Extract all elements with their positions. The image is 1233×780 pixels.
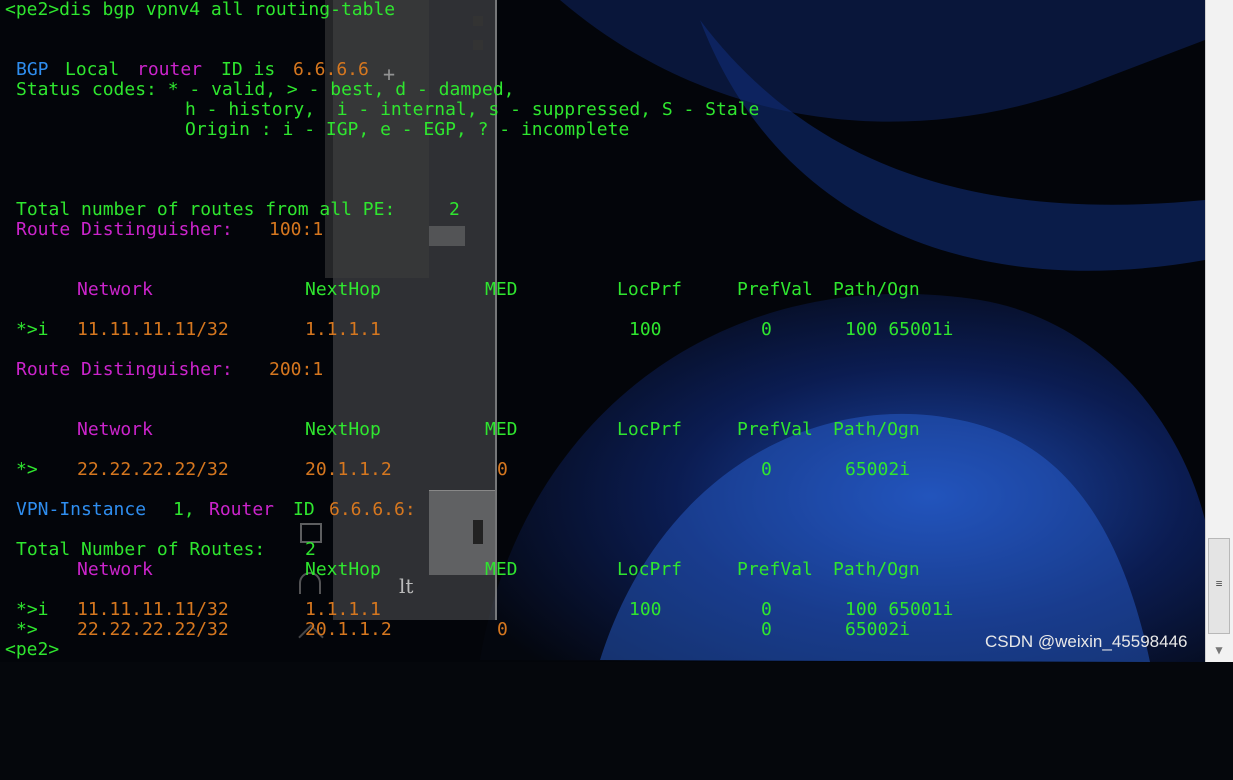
route-row: *> 22.22.22.22/32 20.1.1.2 0 0 65002i [0, 459, 910, 480]
terminal-output[interactable]: <pe2>dis bgp vpnv4 all routing-table BGP… [0, 0, 1205, 662]
route-prefval: 0 [761, 619, 772, 640]
header-nexthop: NextHop [305, 279, 381, 300]
route-distinguisher-line-2: Route Distinguisher: 200:1 [0, 360, 323, 380]
route-row: *>i 11.11.11.11/32 1.1.1.1 100 0 100 650… [0, 600, 953, 620]
route-prefval: 0 [761, 319, 772, 340]
route-network: 22.22.22.22/32 [77, 619, 229, 640]
header-path: Path/Ogn [833, 279, 920, 300]
vpn-router-word: Router [209, 499, 275, 520]
origin-codes-text: Origin : i - IGP, e - EGP, ? - incomplet… [185, 119, 630, 140]
vpn-router-id: 6.6.6.6: [329, 499, 416, 520]
route-nexthop: 20.1.1.2 [305, 619, 392, 640]
vpn-id-word: ID [293, 499, 315, 520]
vertical-scrollbar[interactable]: ≡ ▼ [1205, 0, 1233, 662]
table-header-row: Network NextHop MED LocPrf PrefVal Path/… [0, 420, 920, 440]
route-network: 11.11.11.11/32 [77, 319, 229, 340]
route-path: 65002i [845, 619, 911, 640]
total-routes-label: Total number of routes from all PE: [16, 199, 396, 220]
header-nexthop: NextHop [305, 419, 381, 440]
vpn-instance-id: 1, [173, 499, 195, 520]
header-locprf: LocPrf [617, 279, 683, 300]
rd-value: 100:1 [269, 219, 324, 240]
rd-label: Route Distinguisher: [16, 219, 233, 240]
header-network: Network [77, 419, 153, 440]
header-path: Path/Ogn [833, 559, 920, 580]
vpn-total-routes-line: Total Number of Routes: 2 [0, 540, 316, 560]
scroll-thumb[interactable]: ≡ [1208, 538, 1230, 634]
route-path: 65002i [845, 459, 911, 480]
local-word: Local [65, 59, 120, 80]
route-locprf: 100 [629, 319, 662, 340]
table-header-row: Network NextHop MED LocPrf PrefVal Path/… [0, 560, 920, 580]
bgp-router-id-line: BGP Local router ID is 6.6.6.6 [0, 60, 369, 80]
vpn-instance-line: VPN-Instance 1, Router ID 6.6.6.6: [0, 500, 416, 520]
router-id-value: 6.6.6.6 [293, 59, 369, 80]
rd-label: Route Distinguisher: [16, 359, 233, 380]
total-routes-value: 2 [449, 199, 460, 220]
route-path: 100 65001i [845, 319, 954, 340]
header-locprf: LocPrf [617, 419, 683, 440]
id-is-text: ID is [221, 59, 276, 80]
header-prefval: PrefVal [737, 559, 813, 580]
table-header-row: Network NextHop MED LocPrf PrefVal Path/… [0, 280, 920, 300]
csdn-watermark: CSDN @weixin_45598446 [985, 632, 1188, 651]
route-med: 0 [497, 619, 508, 640]
header-network: Network [77, 559, 153, 580]
header-locprf: LocPrf [617, 559, 683, 580]
route-prefval: 0 [761, 459, 772, 480]
route-nexthop: 1.1.1.1 [305, 599, 381, 620]
route-status: *> [16, 459, 38, 480]
route-row: *> 22.22.22.22/32 20.1.1.2 0 0 65002i [0, 619, 910, 640]
status-codes-text-2: h - history, i - internal, s - suppresse… [185, 99, 760, 120]
route-status: *> [16, 619, 38, 640]
route-row: *>i 11.11.11.11/32 1.1.1.1 100 0 100 650… [0, 320, 953, 340]
route-network: 11.11.11.11/32 [77, 599, 229, 620]
route-network: 22.22.22.22/32 [77, 459, 229, 480]
header-nexthop: NextHop [305, 559, 381, 580]
route-nexthop: 20.1.1.2 [305, 459, 392, 480]
vpn-total-routes-value: 2 [305, 539, 316, 560]
router-word: router [137, 59, 203, 80]
header-med: MED [485, 279, 518, 300]
route-prefval: 0 [761, 599, 772, 620]
status-codes-text: Status codes: * - valid, > - best, d - d… [16, 79, 515, 100]
bgp-word: BGP [16, 59, 49, 80]
header-path: Path/Ogn [833, 419, 920, 440]
header-network: Network [77, 279, 153, 300]
grip-icon: ≡ [1215, 577, 1223, 590]
prompt-text: <pe2> [5, 639, 60, 660]
command-text: <pe2>dis bgp vpnv4 all routing-table [5, 0, 396, 20]
route-med: 0 [497, 459, 508, 480]
route-path: 100 65001i [845, 599, 954, 620]
vpn-instance-word: VPN-Instance [16, 499, 147, 520]
rd-value: 200:1 [269, 359, 324, 380]
header-med: MED [485, 559, 518, 580]
route-status: *>i [16, 319, 49, 340]
scroll-down-arrow-icon[interactable]: ▼ [1208, 640, 1230, 660]
route-locprf: 100 [629, 599, 662, 620]
route-status: *>i [16, 599, 49, 620]
header-prefval: PrefVal [737, 419, 813, 440]
header-prefval: PrefVal [737, 279, 813, 300]
total-routes-line: Total number of routes from all PE: 2 [0, 200, 460, 220]
route-nexthop: 1.1.1.1 [305, 319, 381, 340]
header-med: MED [485, 419, 518, 440]
vpn-total-routes-label: Total Number of Routes: [16, 539, 266, 560]
route-distinguisher-line-1: Route Distinguisher: 100:1 [0, 220, 323, 240]
